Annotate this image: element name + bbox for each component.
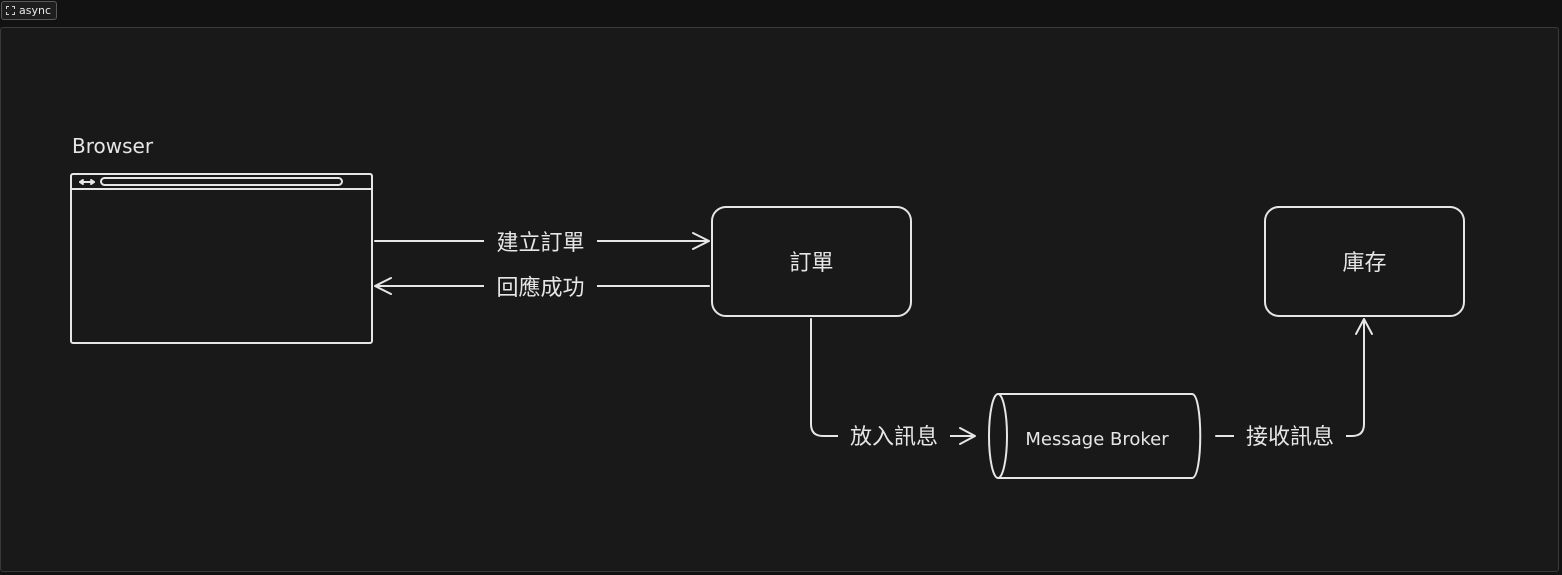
inventory-node-label: 庫存	[1342, 251, 1386, 276]
browser-title: Browser	[72, 134, 154, 158]
put-message-label: 放入訊息	[850, 425, 938, 450]
message-broker-label: Message Broker	[1025, 429, 1169, 450]
response-success-label: 回應成功	[496, 275, 584, 301]
message-broker-node[interactable]: Message Broker	[988, 393, 1202, 479]
create-order-label: 建立訂單	[496, 231, 584, 256]
diagram-canvas: Browser 訂單 庫存 Message Broker 建立訂單 回應成功 放…	[70, 134, 1465, 479]
receive-message-label: 接收訊息	[1246, 425, 1334, 450]
receive-message-arrow[interactable]: 接收訊息	[1215, 318, 1373, 450]
browser-window-icon[interactable]	[70, 173, 373, 344]
inventory-node[interactable]: 庫存	[1264, 206, 1465, 317]
put-message-arrow[interactable]: 放入訊息	[810, 318, 976, 450]
order-node[interactable]: 訂單	[711, 206, 912, 317]
create-order-arrow[interactable]: 建立訂單	[374, 226, 710, 256]
order-node-label: 訂單	[789, 251, 833, 276]
response-success-arrow[interactable]: 回應成功	[374, 271, 710, 301]
